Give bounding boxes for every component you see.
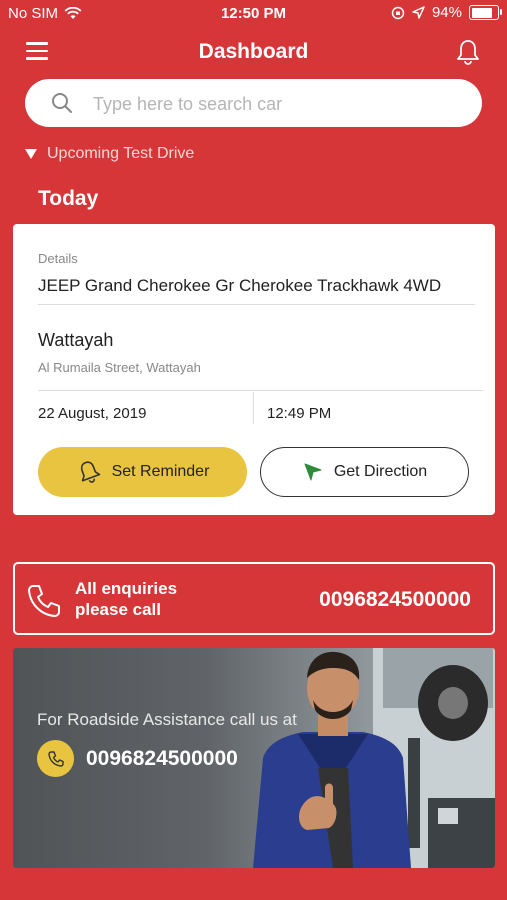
battery-percent: 94% — [431, 4, 462, 21]
location-name: Wattayah — [38, 330, 114, 350]
location-arrow-icon — [412, 6, 425, 19]
section-heading-today: Today — [38, 187, 99, 210]
search-input[interactable] — [91, 87, 455, 121]
screen-lock-icon — [391, 6, 405, 19]
roadside-text: For Roadside Assistance call us at — [37, 710, 297, 729]
location-address: Al Rumaila Street, Wattayah — [38, 360, 201, 375]
test-drive-time: 12:49 PM — [267, 405, 332, 422]
enquiry-text: All enquiries please call — [75, 578, 177, 620]
get-direction-label: Get Direction — [333, 463, 428, 480]
enquiry-text-line2: please call — [75, 600, 162, 619]
car-name: JEEP Grand Cherokee Gr Cherokee Trackhaw… — [38, 276, 442, 295]
search-icon — [52, 93, 72, 113]
search-bar[interactable] — [25, 79, 482, 127]
enquiry-text-line1: All enquiries — [75, 579, 178, 598]
roadside-phone-number[interactable]: 0096824500000 — [86, 747, 238, 771]
divider — [38, 304, 475, 305]
mechanic-photo — [253, 648, 495, 868]
phone-icon — [28, 585, 60, 617]
details-label: Details — [38, 251, 78, 266]
roadside-assistance-banner: For Roadside Assistance call us at 00968… — [13, 648, 495, 868]
vertical-divider — [253, 392, 254, 424]
bell-icon[interactable] — [455, 38, 481, 66]
battery-icon — [469, 5, 502, 20]
phone-icon — [37, 740, 74, 777]
navigation-arrow-icon — [304, 463, 322, 481]
enquiry-call-box[interactable]: All enquiries please call 0096824500000 — [13, 562, 495, 635]
get-direction-button[interactable]: Get Direction — [260, 447, 469, 497]
upcoming-test-drive-toggle[interactable]: Upcoming Test Drive — [25, 145, 194, 163]
app-header: Dashboard — [0, 30, 507, 74]
test-drive-card: Details JEEP Grand Cherokee Gr Cherokee … — [13, 224, 495, 515]
status-bar: No SIM 12:50 PM 94% — [0, 0, 507, 28]
page-title: Dashboard — [198, 40, 309, 63]
upcoming-label: Upcoming Test Drive — [47, 145, 195, 162]
roadside-call-button[interactable]: 0096824500000 — [37, 740, 238, 777]
divider — [38, 390, 483, 391]
enquiry-phone-number[interactable]: 0096824500000 — [319, 588, 471, 612]
test-drive-date: 22 August, 2019 — [38, 405, 147, 422]
bell-icon — [80, 461, 100, 483]
triangle-down-icon — [25, 149, 37, 159]
set-reminder-label: Set Reminder — [111, 463, 210, 480]
set-reminder-button[interactable]: Set Reminder — [38, 447, 247, 497]
